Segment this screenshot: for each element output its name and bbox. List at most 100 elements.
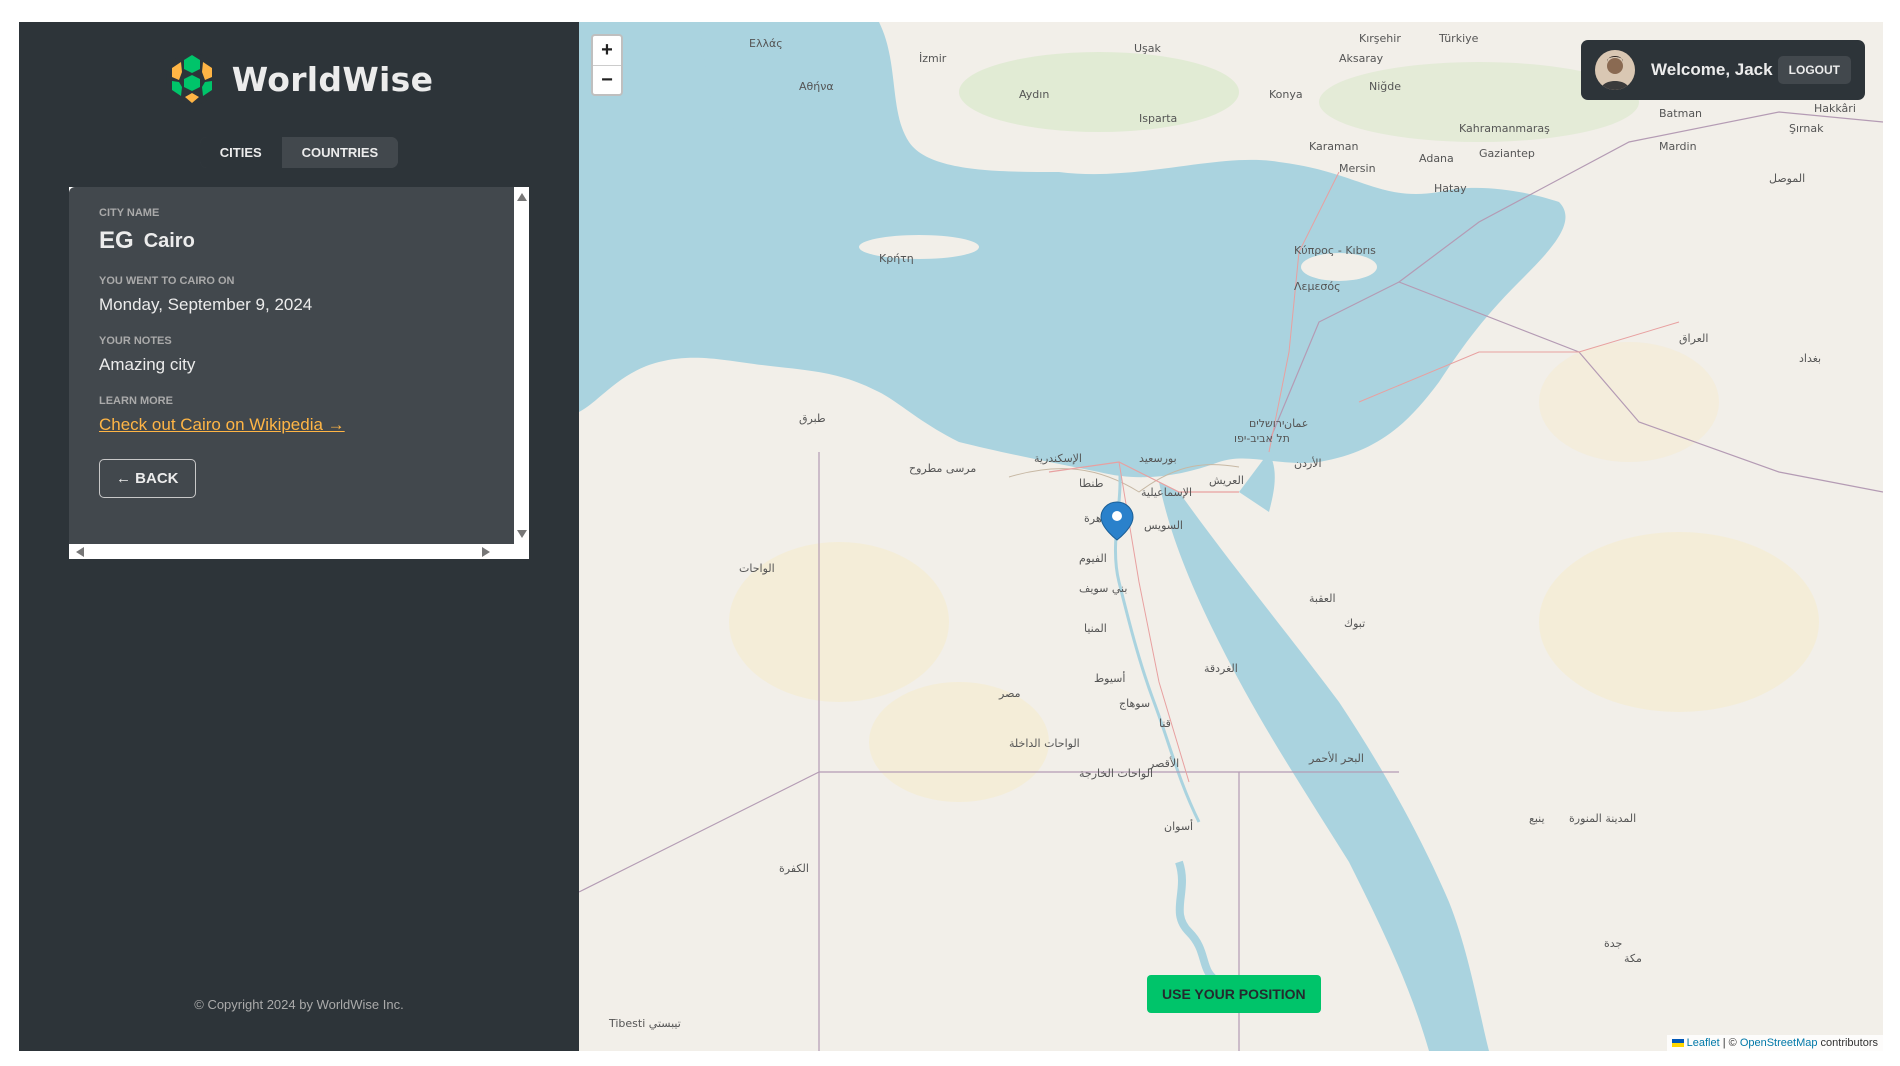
user-panel: Welcome, Jack LOGOUT: [1581, 40, 1865, 100]
notes-text: Amazing city: [99, 355, 196, 374]
map-label-baghdad: بغداد: [1799, 352, 1821, 365]
map-label-tobruk: طبرق: [799, 412, 826, 425]
map-label-asyut: أسيوط: [1094, 671, 1125, 685]
map-label-minya: المنيا: [1084, 622, 1107, 635]
map-label-medina: المدينة المنورة: [1569, 812, 1636, 825]
map-label-adana: Adana: [1419, 152, 1454, 165]
tab-cities[interactable]: CITIES: [199, 137, 282, 168]
map-label-aswan: أسوان: [1164, 819, 1193, 833]
osm-link[interactable]: OpenStreetMap: [1740, 1037, 1818, 1049]
notes-row: YOUR NOTES Amazing city: [99, 335, 484, 375]
notes-label: YOUR NOTES: [99, 335, 172, 347]
visit-date: Monday, September 9, 2024: [99, 295, 313, 314]
map-label-jordan: الأردن: [1294, 456, 1322, 470]
map-label-kharga: الواحات الخارجة: [1079, 767, 1153, 780]
tab-countries[interactable]: COUNTRIES: [281, 137, 399, 168]
app-window: WorldWise CITIES COUNTRIES CITY NAME EG …: [19, 22, 1883, 1051]
learn-more-row: LEARN MORE Check out Cairo on Wikipedia …: [99, 395, 484, 435]
map-label-sirnak: Şırnak: [1789, 122, 1824, 135]
map-label-mecca: مكة: [1624, 952, 1642, 965]
map-label-hurghada: الغردقة: [1204, 662, 1238, 675]
map-label-dakhla: الواحات الداخلة: [1009, 737, 1080, 750]
map-label-batman: Batman: [1659, 107, 1702, 120]
map-label-aksaray: Aksaray: [1339, 52, 1384, 65]
map-label-iraq: العراق: [1679, 332, 1708, 345]
logout-button[interactable]: LOGOUT: [1777, 56, 1851, 84]
map-label-jeddah: جدة: [1604, 937, 1622, 950]
copyright: © Copyright 2024 by WorldWise Inc.: [194, 997, 404, 1012]
map-label-siwa: الواحات: [739, 562, 775, 575]
country-flag-icon: EG: [99, 227, 134, 254]
city-name: Cairo: [143, 229, 195, 252]
learn-more-label: LEARN MORE: [99, 395, 173, 407]
map-attribution: Leaflet | © OpenStreetMap contributors: [1666, 1035, 1883, 1051]
map-label-sohag: سوهاج: [1119, 697, 1150, 710]
map-label-turkiye: Türkiye: [1438, 32, 1479, 45]
map-label-red-sea: البحر الأحمر: [1308, 751, 1364, 765]
city-name-label: CITY NAME: [99, 207, 160, 219]
map-label-ismailia: الإسماعيلية: [1141, 486, 1192, 499]
map-label-port-said: بورسعيد: [1139, 452, 1177, 465]
scroll-down-icon[interactable]: [517, 530, 527, 538]
map-label-suez: السويس: [1144, 519, 1183, 532]
map-label-jerusalem: ירושלים: [1249, 417, 1284, 430]
map-label-konya: Konya: [1269, 88, 1303, 101]
map-label-karaman: Karaman: [1309, 140, 1358, 153]
globe-logo-icon: [165, 53, 218, 105]
zoom-out-button[interactable]: −: [593, 65, 621, 94]
leaflet-link[interactable]: Leaflet: [1687, 1037, 1720, 1049]
map-label-tel-aviv: תל אביב-יפו: [1234, 432, 1290, 445]
map-label-crete: Κρήτη: [879, 252, 914, 265]
map-label-marsa-matruh: مرسى مطروح: [909, 462, 976, 475]
attribution-separator: | ©: [1719, 1037, 1740, 1049]
map-label-kahramanmaras: Kahramanmaraş: [1459, 122, 1550, 135]
map-label-tibesti: Tibesti تيبستي: [608, 1017, 681, 1030]
zoom-in-button[interactable]: +: [593, 36, 621, 65]
zoom-control: + −: [591, 34, 623, 96]
map-label-beni-suef: بني سويف: [1079, 582, 1127, 595]
leaflet-flag-icon: [1671, 1039, 1684, 1048]
map-label-kufra: الكفرة: [779, 862, 809, 875]
map-label-lemesos: Λεμεσός: [1294, 280, 1341, 293]
visit-date-label: YOU WENT TO CAIRO ON: [99, 275, 235, 287]
map-label-arish: العريش: [1209, 474, 1244, 487]
back-button[interactable]: ← BACK: [99, 459, 196, 498]
wikipedia-link[interactable]: Check out Cairo on Wikipedia →: [99, 415, 345, 434]
map-label-alexandria: الإسكندرية: [1034, 452, 1082, 465]
app-name: WorldWise: [231, 59, 434, 99]
city-details-panel: CITY NAME EG Cairo YOU WENT TO CAIRO ON …: [69, 187, 529, 559]
map-label-ellas: Ελλάς: [749, 37, 783, 50]
map-label-yanbu: ينبع: [1529, 812, 1545, 825]
map-label-aqaba: العقبة: [1309, 592, 1336, 605]
map[interactable]: Αθήνα İzmir Aydın Isparta Konya Aksaray …: [579, 22, 1883, 1051]
map-label-izmir: İzmir: [919, 52, 947, 65]
use-position-button[interactable]: USE YOUR POSITION: [1147, 975, 1321, 1013]
scroll-up-icon[interactable]: [517, 193, 527, 201]
logo[interactable]: WorldWise: [165, 50, 434, 108]
map-label-hatay: Hatay: [1434, 182, 1467, 195]
map-label-aydin: Aydın: [1019, 88, 1049, 101]
vertical-scrollbar[interactable]: [514, 187, 529, 544]
map-tiles[interactable]: Αθήνα İzmir Aydın Isparta Konya Aksaray …: [579, 22, 1883, 1051]
map-label-tanta: طنطا: [1079, 477, 1104, 490]
visit-date-row: YOU WENT TO CAIRO ON Monday, September 9…: [99, 275, 484, 315]
avatar: [1595, 50, 1635, 90]
scroll-right-icon[interactable]: [482, 547, 490, 557]
map-label-mardin: Mardin: [1659, 140, 1697, 153]
map-label-fayoum: الفيوم: [1079, 552, 1107, 565]
tab-nav: CITIES COUNTRIES: [199, 137, 399, 168]
map-label-hakkari: Hakkâri: [1814, 102, 1856, 115]
map-label-qena: قنا: [1159, 717, 1171, 730]
city-name-row: CITY NAME EG Cairo: [99, 207, 484, 255]
map-label-mersin: Mersin: [1339, 162, 1376, 175]
city-details: CITY NAME EG Cairo YOU WENT TO CAIRO ON …: [69, 187, 514, 544]
map-label-gaziantep: Gaziantep: [1479, 147, 1535, 160]
horizontal-scrollbar[interactable]: [69, 544, 514, 559]
map-label-mosul: الموصل: [1769, 172, 1805, 185]
map-label-isparta: Isparta: [1139, 112, 1177, 125]
scroll-left-icon[interactable]: [76, 547, 84, 557]
map-label-kirsehir: Kırşehir: [1359, 32, 1401, 45]
map-label-athens: Αθήνα: [799, 80, 834, 93]
map-label-cyprus: Κύπρος - Kıbrıs: [1294, 244, 1376, 257]
map-label-egypt: مصر: [998, 687, 1021, 700]
